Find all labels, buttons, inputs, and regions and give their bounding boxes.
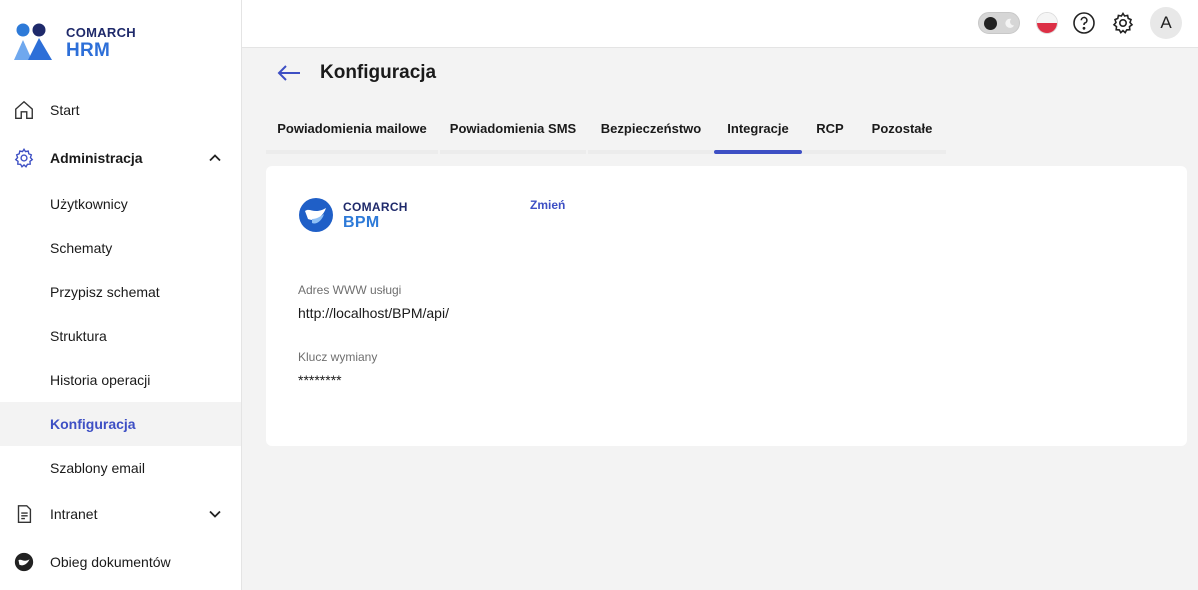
logo-product: HRM — [66, 40, 111, 61]
sidebar: COMARCH HRM Start Administracja Użytkown… — [0, 0, 242, 590]
sidebar-item-przypisz-schemat[interactable]: Przypisz schemat — [0, 270, 241, 314]
exchange-key-value: ******** — [298, 372, 342, 388]
tab-integracje[interactable]: Integracje — [714, 116, 802, 154]
topbar: A — [242, 0, 1198, 48]
tab-pozostale[interactable]: Pozostałe — [858, 116, 946, 154]
comarch-bpm-logo-icon — [299, 198, 333, 232]
service-url-value: http://localhost/BPM/api/ — [298, 305, 449, 321]
sidebar-item-label: Obieg dokumentów — [50, 554, 171, 570]
app-logo[interactable]: COMARCH HRM — [14, 22, 214, 62]
bpm-logo-product: BPM — [343, 214, 380, 231]
sidebar-item-historia-operacji[interactable]: Historia operacji — [0, 358, 241, 402]
settings-icon[interactable] — [1111, 11, 1135, 35]
sidebar-item-obieg-dokumentow[interactable]: Obieg dokumentów — [0, 540, 241, 584]
sidebar-item-start[interactable]: Start — [0, 88, 241, 132]
tab-powiadomienia-sms[interactable]: Powiadomienia SMS — [440, 116, 586, 154]
chevron-up-icon[interactable] — [204, 147, 226, 169]
sidebar-item-label: Administracja — [50, 150, 143, 166]
service-url-label: Adres WWW usługi — [298, 283, 402, 297]
tab-powiadomienia-mailowe[interactable]: Powiadomienia mailowe — [266, 116, 438, 154]
sidebar-item-label: Szablony email — [50, 460, 145, 476]
chevron-down-icon[interactable] — [204, 503, 226, 525]
dark-mode-toggle[interactable] — [978, 12, 1020, 34]
avatar[interactable]: A — [1150, 7, 1182, 39]
logo-brand: COMARCH — [66, 25, 136, 40]
sidebar-item-uzytkownicy[interactable]: Użytkownicy — [0, 182, 241, 226]
polish-flag-icon[interactable] — [1036, 12, 1058, 34]
tab-rcp[interactable]: RCP — [802, 116, 858, 154]
sidebar-item-label: Schematy — [50, 240, 113, 256]
workflow-icon — [12, 550, 36, 574]
integration-card: COMARCH BPM Zmień Adres WWW usługi http:… — [266, 166, 1187, 446]
sidebar-item-label: Historia operacji — [50, 372, 151, 388]
sidebar-item-intranet[interactable]: Intranet — [0, 492, 241, 536]
sidebar-item-szablony-email[interactable]: Szablony email — [0, 446, 241, 490]
gear-icon — [12, 146, 36, 170]
bpm-logo-brand: COMARCH — [343, 200, 408, 214]
comarch-logo-icon — [14, 23, 52, 60]
sidebar-item-schematy[interactable]: Schematy — [0, 226, 241, 270]
tab-bezpieczenstwo[interactable]: Bezpieczeństwo — [588, 116, 714, 154]
sidebar-item-label: Konfiguracja — [50, 416, 136, 432]
help-icon[interactable] — [1072, 11, 1096, 35]
sidebar-item-label: Struktura — [50, 328, 107, 344]
sidebar-item-struktura[interactable]: Struktura — [0, 314, 241, 358]
sidebar-item-konfiguracja[interactable]: Konfiguracja — [0, 402, 241, 446]
change-link[interactable]: Zmień — [530, 198, 565, 212]
bpm-logo: COMARCH BPM — [298, 197, 498, 235]
page-title: Konfiguracja — [320, 62, 437, 83]
home-icon — [12, 98, 36, 122]
sidebar-item-label: Użytkownicy — [50, 196, 128, 212]
sidebar-item-label: Start — [50, 102, 80, 118]
toggle-knob — [984, 17, 997, 30]
sidebar-item-label: Przypisz schemat — [50, 284, 160, 300]
document-icon — [12, 502, 36, 526]
moon-icon — [1005, 18, 1015, 28]
exchange-key-label: Klucz wymiany — [298, 350, 378, 364]
sidebar-item-administracja[interactable]: Administracja — [0, 136, 241, 180]
sidebar-item-label: Intranet — [50, 506, 98, 522]
back-button[interactable] — [276, 62, 302, 84]
